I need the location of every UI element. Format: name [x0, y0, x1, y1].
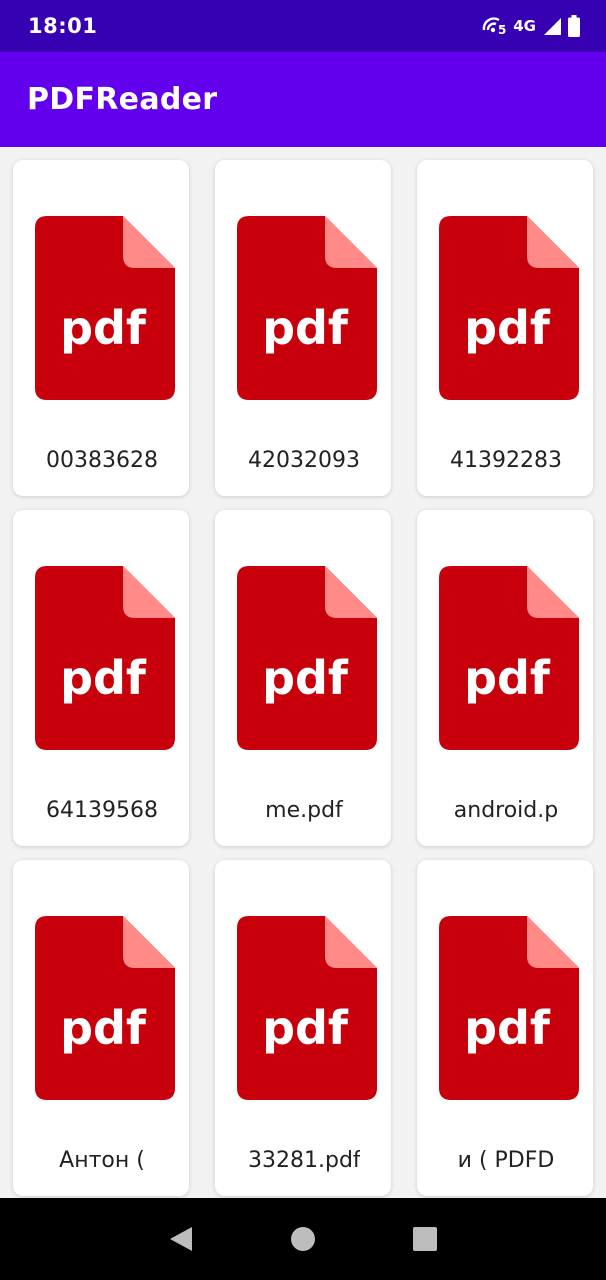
pdf-icon-label: pdf [262, 1001, 349, 1055]
battery-icon [568, 15, 580, 37]
home-icon[interactable] [283, 1219, 323, 1259]
file-card[interactable]: pdf 41392283 [417, 160, 593, 496]
pdf-file-icon: pdf [439, 566, 579, 750]
status-bar: 18:01 5 4G [0, 0, 606, 52]
status-icons: 5 4G [481, 15, 580, 37]
file-name: 33281.pdf [248, 1148, 360, 1173]
pdf-icon-label: pdf [262, 651, 349, 705]
pdf-file-icon: pdf [439, 216, 579, 400]
pdf-icon-label: pdf [60, 1001, 147, 1055]
file-name: и ( PDFD [457, 1148, 555, 1173]
file-card[interactable]: pdf 33281.pdf [215, 860, 391, 1196]
back-icon[interactable] [161, 1219, 201, 1259]
file-name: 42032093 [248, 448, 360, 473]
recents-icon[interactable] [405, 1219, 445, 1259]
file-name: 41392283 [450, 448, 562, 473]
pdf-file-icon: pdf [35, 566, 175, 750]
file-grid: pdf 00383628 pdf 42032093 pdf 41392283 pdf 6413… [13, 160, 593, 1196]
file-name: 00383628 [46, 448, 158, 473]
pdf-icon-label: pdf [464, 651, 551, 705]
file-card[interactable]: pdf 64139568 [13, 510, 189, 846]
pdf-icon-label: pdf [60, 651, 147, 705]
pdf-icon-label: pdf [262, 301, 349, 355]
pdf-icon-label: pdf [464, 1001, 551, 1055]
pdf-file-icon: pdf [35, 216, 175, 400]
file-card[interactable]: pdf и ( PDFD [417, 860, 593, 1196]
file-card[interactable]: pdf android.p [417, 510, 593, 846]
pdf-icon-label: pdf [60, 301, 147, 355]
pdf-file-icon: pdf [35, 916, 175, 1100]
signal-icon [542, 16, 562, 36]
app-title: PDFReader [27, 82, 218, 117]
svg-text:5: 5 [498, 23, 506, 36]
file-name: android.p [453, 798, 559, 823]
pdf-file-icon: pdf [439, 916, 579, 1100]
hotspot-icon: 5 [481, 16, 507, 36]
file-name: 64139568 [46, 798, 158, 823]
pdf-file-icon: pdf [237, 216, 377, 400]
pdf-icon-label: pdf [464, 301, 551, 355]
file-card[interactable]: pdf 42032093 [215, 160, 391, 496]
status-time: 18:01 [28, 14, 98, 38]
pdf-file-icon: pdf [237, 566, 377, 750]
file-name: me.pdf [265, 798, 343, 823]
navigation-bar [0, 1198, 606, 1280]
file-card[interactable]: pdf me.pdf [215, 510, 391, 846]
network-type: 4G [513, 17, 536, 35]
pdf-file-icon: pdf [237, 916, 377, 1100]
file-card[interactable]: pdf Антон ( [13, 860, 189, 1196]
file-name: Антон ( [59, 1148, 145, 1173]
app-bar: PDFReader [0, 52, 606, 147]
file-card[interactable]: pdf 00383628 [13, 160, 189, 496]
